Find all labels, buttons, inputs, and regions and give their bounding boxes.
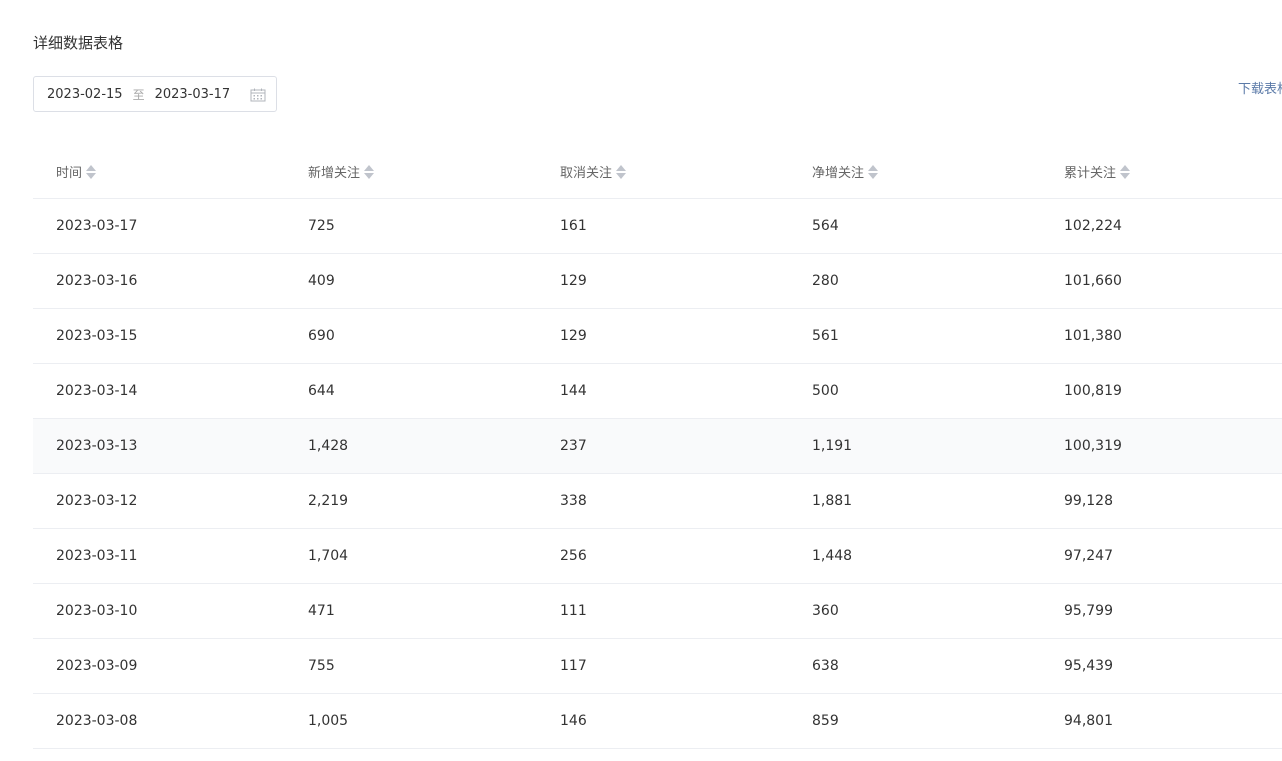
cell-date: 2023-03-14: [56, 383, 138, 399]
data-table: 时间 新增关注 取消关注 净增关注 累计关注 2023-03-17 725 161 5…: [33, 145, 1282, 749]
column-header-new-follows[interactable]: 新增关注: [285, 162, 537, 181]
end-date[interactable]: 2023-03-17: [155, 87, 231, 102]
cell-new-follows: 1,704: [308, 548, 349, 564]
cell-unfollows: 129: [560, 273, 587, 289]
cell-net-follows: 1,191: [812, 438, 853, 454]
cell-total-follows: 100,319: [1064, 438, 1122, 454]
cell-date: 2023-03-13: [56, 438, 138, 454]
cell-net-follows: 564: [812, 218, 839, 234]
table-row[interactable]: 2023-03-14 644 144 500 100,819: [33, 364, 1282, 419]
cell-unfollows: 338: [560, 493, 587, 509]
column-header-label: 新增关注: [308, 166, 361, 181]
cell-new-follows: 2,219: [308, 493, 349, 509]
column-header-label: 时间: [56, 166, 83, 181]
page: 详细数据表格 2023-02-15 至 2023-03-17 下载表格 时间 新…: [0, 0, 1282, 761]
date-separator: 至: [132, 87, 145, 102]
table-row[interactable]: 2023-03-08 1,005 146 859 94,801: [33, 694, 1282, 749]
cell-date: 2023-03-12: [56, 493, 138, 509]
cell-total-follows: 101,660: [1064, 273, 1122, 289]
cell-net-follows: 638: [812, 658, 839, 674]
cell-net-follows: 1,881: [812, 493, 853, 509]
cell-unfollows: 146: [560, 713, 587, 729]
cell-date: 2023-03-16: [56, 273, 138, 289]
sort-icon[interactable]: [868, 164, 879, 179]
cell-total-follows: 94,801: [1064, 713, 1113, 729]
table-row[interactable]: 2023-03-11 1,704 256 1,448 97,247: [33, 529, 1282, 584]
cell-net-follows: 500: [812, 383, 839, 399]
page-title: 详细数据表格: [33, 34, 124, 52]
cell-total-follows: 101,380: [1064, 328, 1122, 344]
cell-new-follows: 471: [308, 603, 335, 619]
cell-unfollows: 117: [560, 658, 587, 674]
table-row[interactable]: 2023-03-10 471 111 360 95,799: [33, 584, 1282, 639]
table-row[interactable]: 2023-03-15 690 129 561 101,380: [33, 309, 1282, 364]
calendar-icon[interactable]: [250, 88, 266, 102]
cell-unfollows: 161: [560, 218, 587, 234]
cell-net-follows: 561: [812, 328, 839, 344]
table-row[interactable]: 2023-03-12 2,219 338 1,881 99,128: [33, 474, 1282, 529]
sort-icon[interactable]: [616, 164, 627, 179]
cell-new-follows: 409: [308, 273, 335, 289]
table-row[interactable]: 2023-03-16 409 129 280 101,660: [33, 254, 1282, 309]
date-range-picker[interactable]: 2023-02-15 至 2023-03-17: [33, 76, 277, 112]
sort-icon[interactable]: [86, 164, 97, 179]
column-header-time[interactable]: 时间: [33, 162, 285, 181]
column-header-label: 取消关注: [560, 166, 613, 181]
cell-new-follows: 644: [308, 383, 335, 399]
start-date[interactable]: 2023-02-15: [47, 87, 123, 102]
column-header-unfollows[interactable]: 取消关注: [537, 162, 789, 181]
table-row[interactable]: 2023-03-09 755 117 638 95,439: [33, 639, 1282, 694]
cell-date: 2023-03-09: [56, 658, 138, 674]
sort-icon[interactable]: [364, 164, 375, 179]
cell-unfollows: 237: [560, 438, 587, 454]
cell-total-follows: 97,247: [1064, 548, 1113, 564]
download-table-link[interactable]: 下载表格: [1238, 78, 1282, 97]
cell-new-follows: 1,428: [308, 438, 349, 454]
cell-total-follows: 95,439: [1064, 658, 1113, 674]
cell-total-follows: 100,819: [1064, 383, 1122, 399]
cell-unfollows: 129: [560, 328, 587, 344]
table-row[interactable]: 2023-03-13 1,428 237 1,191 100,319: [33, 419, 1282, 474]
column-header-net-follows[interactable]: 净增关注: [789, 162, 1041, 181]
cell-net-follows: 280: [812, 273, 839, 289]
cell-date: 2023-03-08: [56, 713, 138, 729]
cell-date: 2023-03-15: [56, 328, 138, 344]
cell-new-follows: 755: [308, 658, 335, 674]
column-header-total-follows[interactable]: 累计关注: [1041, 162, 1282, 181]
cell-unfollows: 256: [560, 548, 587, 564]
table-header: 时间 新增关注 取消关注 净增关注 累计关注: [33, 145, 1282, 199]
cell-unfollows: 111: [560, 603, 587, 619]
cell-net-follows: 1,448: [812, 548, 853, 564]
cell-date: 2023-03-11: [56, 548, 138, 564]
column-header-label: 净增关注: [812, 166, 865, 181]
cell-net-follows: 859: [812, 713, 839, 729]
table-row[interactable]: 2023-03-17 725 161 564 102,224: [33, 199, 1282, 254]
table-body: 2023-03-17 725 161 564 102,224 2023-03-16 409 1…: [33, 199, 1282, 749]
cell-date: 2023-03-17: [56, 218, 138, 234]
cell-date: 2023-03-10: [56, 603, 138, 619]
cell-total-follows: 102,224: [1064, 218, 1122, 234]
cell-new-follows: 690: [308, 328, 335, 344]
cell-total-follows: 99,128: [1064, 493, 1113, 509]
cell-total-follows: 95,799: [1064, 603, 1113, 619]
cell-new-follows: 725: [308, 218, 335, 234]
column-header-label: 累计关注: [1064, 166, 1117, 181]
cell-unfollows: 144: [560, 383, 587, 399]
cell-new-follows: 1,005: [308, 713, 349, 729]
cell-net-follows: 360: [812, 603, 839, 619]
sort-icon[interactable]: [1120, 164, 1131, 179]
